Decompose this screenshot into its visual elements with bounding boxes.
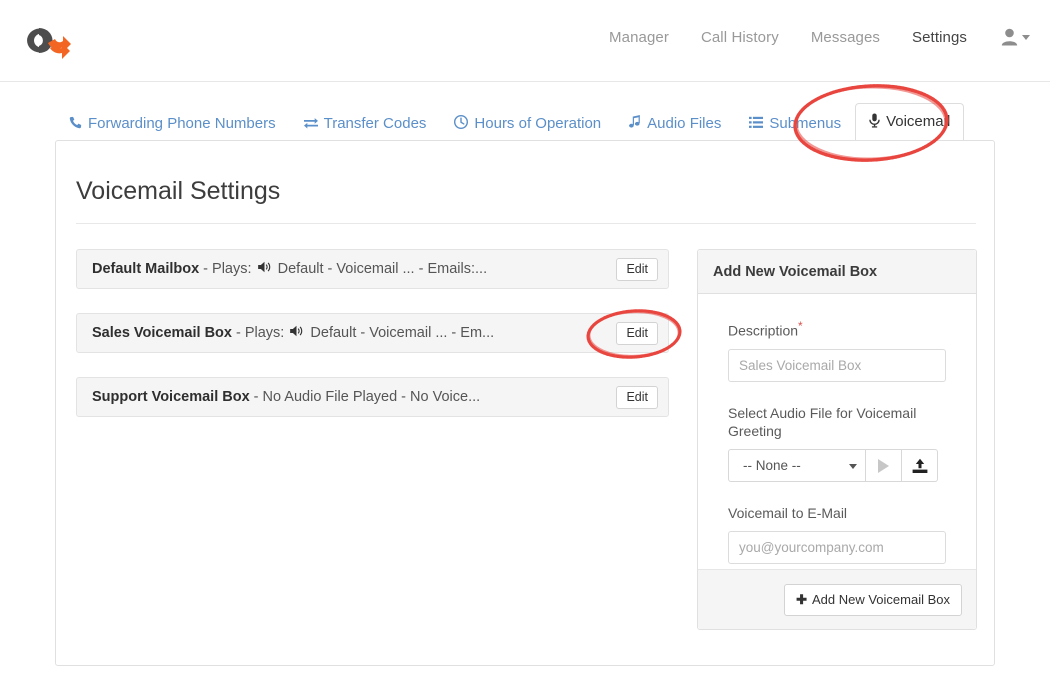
panel-heading: Add New Voicemail Box — [698, 250, 976, 294]
voicemail-box-name: Default Mailbox — [92, 261, 200, 277]
user-menu[interactable] — [1001, 28, 1030, 46]
voicemail-box-list: Default Mailbox - Plays: Default - Voice… — [76, 249, 669, 441]
app-root: Manager Call History Messages Settings F… — [0, 0, 1050, 675]
audio-file-selected-value: -- None -- — [743, 458, 801, 474]
play-audio-button[interactable] — [866, 449, 902, 483]
speaker-icon — [257, 261, 272, 276]
nav-item-call-history[interactable]: Call History — [701, 29, 779, 46]
voicemail-box-name: Support Voicemail Box — [92, 389, 250, 405]
list-icon — [749, 116, 764, 131]
audio-file-controls: -- None -- — [728, 449, 946, 483]
table-row[interactable]: Support Voicemail Box - No Audio File Pl… — [76, 377, 669, 417]
tab-label: Audio Files — [647, 114, 722, 132]
tab-voicemail[interactable]: Voicemail — [855, 103, 965, 141]
nav-item-messages[interactable]: Messages — [811, 29, 880, 46]
tab-audio-files[interactable]: Audio Files — [615, 105, 735, 141]
table-row[interactable]: Default Mailbox - Plays: Default - Voice… — [76, 249, 669, 289]
description-input[interactable] — [728, 348, 946, 382]
edit-button[interactable]: Edit — [616, 322, 658, 345]
tab-transfer-codes[interactable]: Transfer Codes — [290, 106, 441, 141]
company-logo-icon — [27, 28, 71, 59]
add-voicemail-panel: Add New Voicemail Box Description* Selec… — [697, 249, 977, 630]
tab-submenus[interactable]: Submenus — [735, 106, 855, 141]
voicemail-row-detail-after: Default - Voicemail ... - Emails:... — [273, 261, 488, 277]
tab-label: Forwarding Phone Numbers — [88, 115, 276, 132]
description-label: Description* — [728, 318, 946, 341]
plus-icon: ✚ — [796, 591, 807, 607]
voicemail-row-detail-before: - No Audio File Played - No Voice... — [249, 389, 481, 405]
description-label-text: Description — [728, 322, 799, 339]
voicemail-settings-card: Voicemail Settings Default Mailbox - Pla… — [55, 140, 995, 666]
exchange-icon — [303, 116, 318, 131]
tab-label: Submenus — [769, 115, 842, 132]
email-input[interactable] — [728, 531, 946, 565]
top-navigation: Manager Call History Messages Settings — [577, 28, 1040, 46]
user-icon — [1001, 28, 1018, 46]
add-new-voicemail-box-button[interactable]: ✚ Add New Voicemail Box — [784, 583, 962, 616]
nav-item-manager[interactable]: Manager — [609, 29, 669, 46]
edit-button[interactable]: Edit — [616, 258, 658, 281]
tab-hours-of-operation[interactable]: Hours of Operation — [440, 105, 615, 141]
microphone-icon — [869, 113, 880, 130]
panel-body: Description* Select Audio File for Voice… — [698, 294, 976, 565]
company-logo[interactable] — [18, 22, 74, 60]
voicemail-row-text: Default Mailbox - Plays: Default - Voice… — [92, 261, 487, 277]
speaker-icon — [290, 325, 304, 340]
add-button-label: Add New Voicemail Box — [811, 592, 950, 607]
settings-tab-bar: Forwarding Phone Numbers Transfer Codes … — [55, 101, 995, 141]
upload-audio-button[interactable] — [902, 449, 938, 483]
tab-forwarding-phone-numbers[interactable]: Forwarding Phone Numbers — [55, 106, 290, 141]
email-label: Voicemail to E-Mail — [728, 505, 848, 522]
page-title: Voicemail Settings — [76, 177, 281, 205]
clock-icon — [454, 115, 469, 131]
chevron-down-icon — [1022, 34, 1030, 40]
page-header: Manager Call History Messages Settings — [0, 0, 1050, 82]
voicemail-row-detail-after: Default - Voicemail ... - Em... — [306, 325, 495, 341]
title-divider — [76, 223, 976, 224]
voicemail-row-detail-before: - Plays: — [231, 325, 289, 341]
table-row[interactable]: Sales Voicemail Box - Plays: Default - V… — [76, 313, 669, 353]
upload-icon — [912, 458, 927, 473]
edit-button[interactable]: Edit — [616, 386, 658, 409]
music-note-icon — [629, 115, 641, 131]
audio-file-label: Select Audio File for Voicemail Greeting — [728, 404, 917, 440]
panel-footer: ✚ Add New Voicemail Box — [698, 569, 976, 629]
nav-item-settings[interactable]: Settings — [912, 29, 967, 46]
play-icon — [878, 458, 889, 473]
chevron-down-icon — [849, 464, 857, 470]
audio-file-select[interactable]: -- None -- — [728, 449, 866, 483]
voicemail-row-text: Sales Voicemail Box - Plays: Default - V… — [92, 325, 494, 341]
required-asterisk: * — [798, 319, 803, 333]
phone-icon — [69, 116, 82, 131]
tab-label: Hours of Operation — [474, 114, 602, 132]
tab-label: Voicemail — [886, 113, 951, 130]
voicemail-row-text: Support Voicemail Box - No Audio File Pl… — [92, 389, 480, 405]
voicemail-row-detail-before: - Plays: — [199, 261, 256, 277]
tab-label: Transfer Codes — [323, 115, 427, 132]
voicemail-box-name: Sales Voicemail Box — [92, 325, 232, 341]
